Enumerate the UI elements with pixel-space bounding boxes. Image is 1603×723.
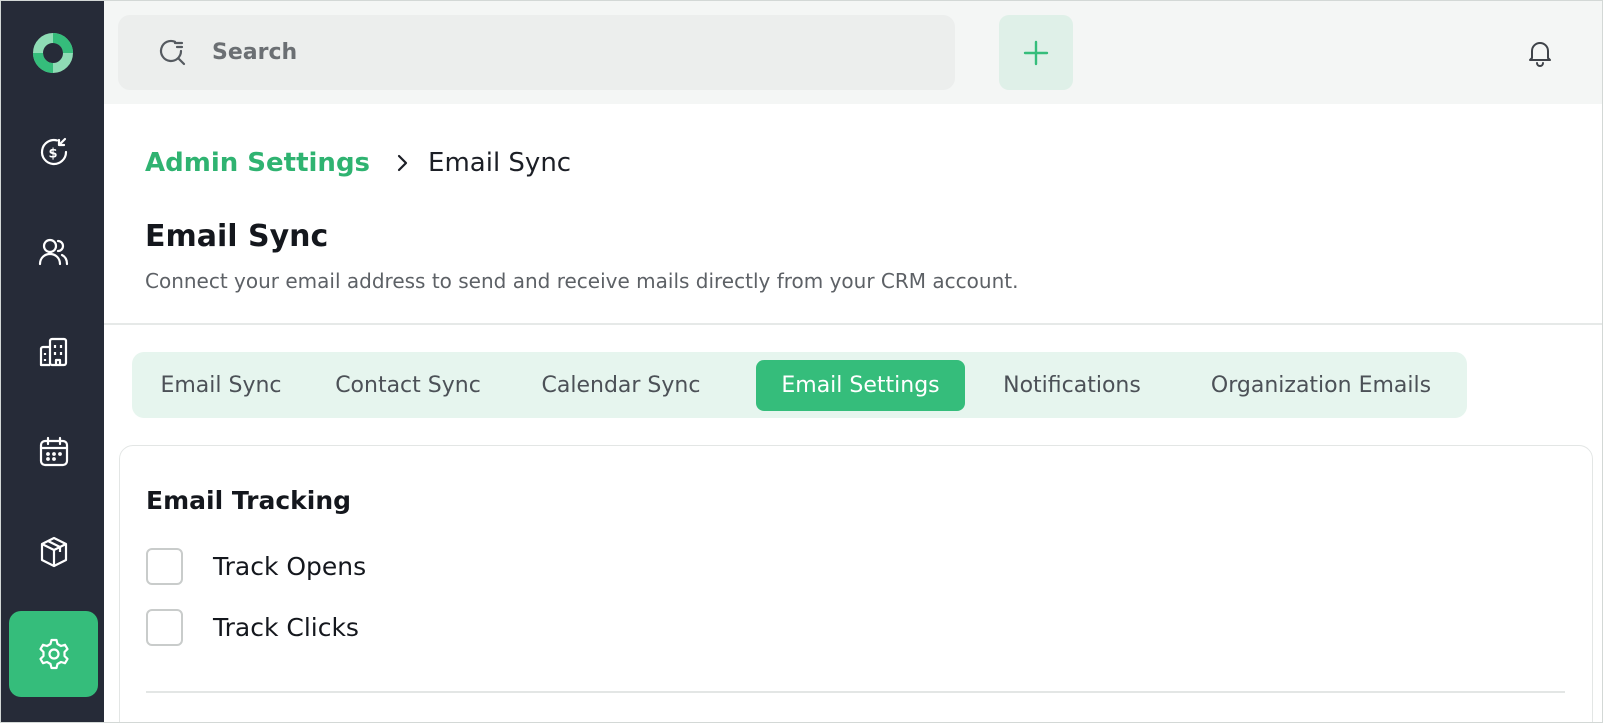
tab-calendar-sync[interactable]: Calendar Sync [524,360,718,411]
app-logo[interactable] [1,15,104,91]
tab-notifications[interactable]: Notifications [988,360,1156,411]
app-window: $ Search Admin Settings Email Sync Email… [0,0,1603,723]
add-button[interactable] [999,15,1073,90]
card-divider [146,691,1565,693]
top-bar: Search [104,1,1602,104]
header-divider [104,323,1602,325]
tab-email-settings[interactable]: Email Settings [756,360,965,411]
svg-text:$: $ [48,147,57,162]
notifications-button[interactable] [1524,37,1556,69]
sidebar-item-contacts[interactable] [9,209,98,295]
building-icon [39,337,67,367]
email-tracking-card: Email Tracking Track Opens Track Clicks [119,445,1593,722]
dollar-refresh-icon: $ [40,137,67,166]
track-clicks-option[interactable]: Track Clicks [146,609,359,646]
breadcrumb-admin-settings[interactable]: Admin Settings [145,148,370,178]
sidebar-item-calendar[interactable] [9,409,98,495]
search-input[interactable]: Search [212,40,297,65]
sidebar-item-deals[interactable]: $ [9,109,98,195]
settings-tabs: Email Sync Contact Sync Calendar Sync Em… [132,352,1467,418]
logo-icon [32,33,73,73]
chevron-right-icon [392,153,412,173]
tab-contact-sync[interactable]: Contact Sync [318,360,498,411]
email-tracking-title: Email Tracking [146,486,352,515]
breadcrumb-current: Email Sync [428,148,572,178]
search-icon [156,36,190,70]
page-title: Email Sync [145,219,329,254]
sidebar-item-products[interactable] [9,509,98,595]
track-opens-option[interactable]: Track Opens [146,548,366,585]
sidebar-item-companies[interactable] [9,309,98,395]
track-clicks-checkbox[interactable] [146,609,183,646]
plus-icon [1023,40,1049,65]
track-opens-checkbox[interactable] [146,548,183,585]
sidebar: $ [1,1,104,722]
tab-email-sync[interactable]: Email Sync [140,360,302,411]
tab-organization-emails[interactable]: Organization Emails [1196,360,1446,411]
track-clicks-label[interactable]: Track Clicks [213,613,359,642]
gear-icon [38,638,69,670]
search-bar[interactable]: Search [118,15,955,90]
users-icon [38,238,68,266]
breadcrumb: Admin Settings Email Sync [145,143,571,183]
package-icon [40,536,67,568]
track-opens-label[interactable]: Track Opens [213,552,366,581]
page-description: Connect your email address to send and r… [145,269,1019,293]
bell-icon [1529,42,1551,67]
calendar-icon [39,436,68,467]
sidebar-item-settings[interactable] [9,611,98,697]
